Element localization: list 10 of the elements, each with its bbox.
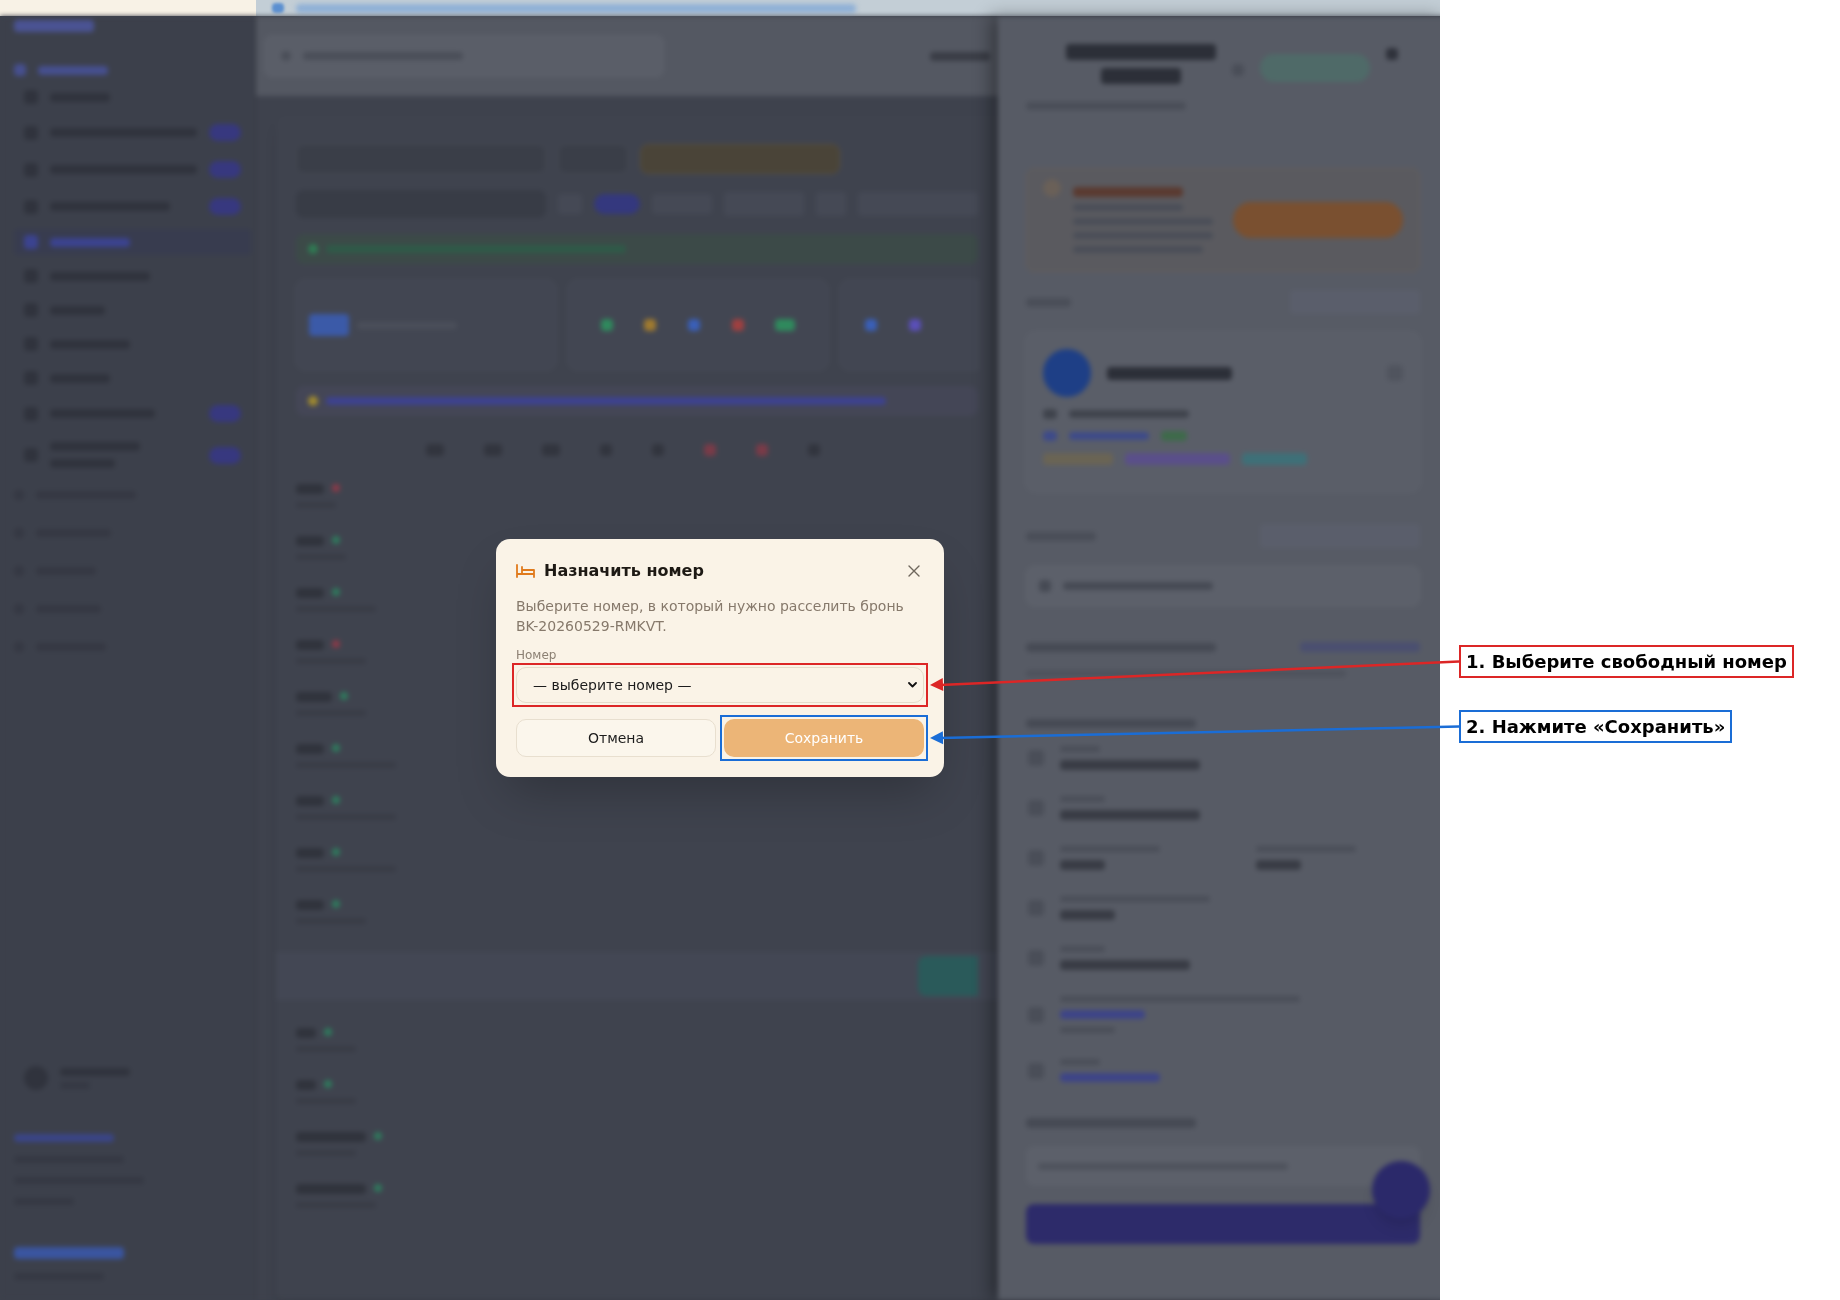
close-icon bbox=[908, 565, 920, 577]
room-select[interactable]: — выберите номер — bbox=[516, 667, 924, 703]
bed-icon bbox=[516, 564, 535, 578]
cancel-button[interactable]: Отмена bbox=[516, 719, 716, 757]
callout-label: 1. Выберите свободный номер bbox=[1459, 645, 1794, 678]
chevron-down-icon bbox=[908, 682, 917, 688]
dialog-title: Назначить номер bbox=[544, 560, 704, 582]
field-label: Номер bbox=[516, 647, 557, 663]
callout-label: 2. Нажмите «Сохранить» bbox=[1459, 710, 1733, 743]
dialog-description: Выберите номер, в который нужно расселить бронь BK-20260529-RMKVT. bbox=[516, 597, 905, 636]
